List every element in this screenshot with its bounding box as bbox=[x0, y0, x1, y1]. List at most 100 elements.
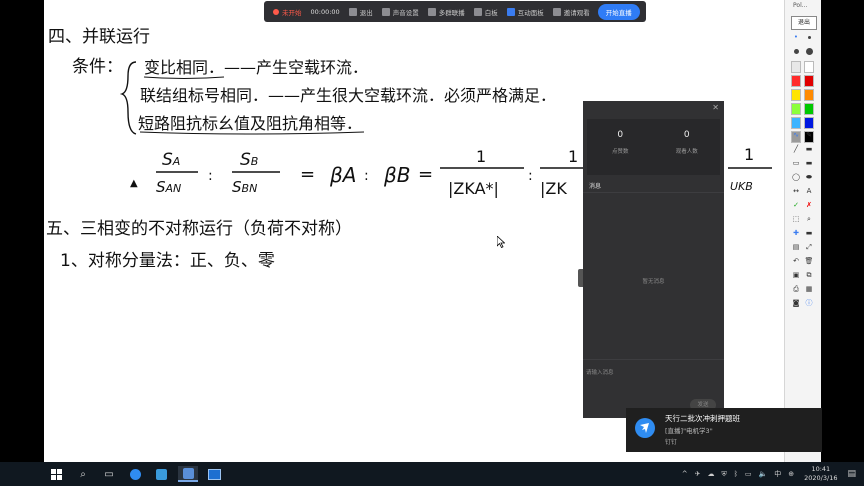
cloud-icon[interactable]: ☁ bbox=[707, 470, 714, 478]
start-live-button[interactable]: 开始直播 bbox=[597, 3, 640, 20]
add-icon[interactable]: ✚ bbox=[791, 228, 801, 238]
symmetric-component-method: 1、对称分量法：正、负、零 bbox=[60, 251, 275, 271]
ellipse-icon[interactable]: ◯ bbox=[791, 172, 801, 182]
close-icon[interactable]: ✕ bbox=[712, 103, 719, 112]
heading-parallel-operation: 四、并联运行 bbox=[48, 27, 150, 47]
frac2-den: SBN bbox=[232, 178, 257, 196]
dot-large[interactable] bbox=[804, 46, 814, 56]
color-swatch-0[interactable] bbox=[791, 61, 801, 73]
beta-b: βB bbox=[383, 163, 410, 187]
frac4-num: 1 bbox=[568, 147, 578, 166]
swatch-fill bbox=[791, 103, 801, 115]
camera-icon[interactable]: ◙ bbox=[791, 298, 801, 308]
whiteboard-button[interactable]: 白板 bbox=[473, 7, 498, 17]
minus-icon[interactable]: ▬ bbox=[804, 228, 814, 238]
swatch-fill bbox=[791, 89, 801, 101]
viewers-label: 观看人数 bbox=[675, 149, 698, 155]
clock[interactable]: 10:41 2020/3/16 bbox=[804, 465, 837, 483]
swatch-fill bbox=[804, 75, 814, 87]
divider bbox=[583, 192, 724, 193]
viewers-stat: 0 观看人数 bbox=[654, 119, 721, 175]
windows-start-icon[interactable] bbox=[48, 466, 64, 482]
pen-size-grid: • bbox=[791, 32, 817, 56]
arrow-icon[interactable]: ↔ bbox=[791, 186, 801, 196]
info-icon[interactable]: ⓘ bbox=[804, 298, 814, 308]
color-swatch-2[interactable] bbox=[791, 75, 801, 87]
color-swatch-5[interactable] bbox=[804, 89, 814, 101]
eraser-icon[interactable]: ▬ bbox=[804, 144, 814, 154]
bar-icon[interactable]: ▬ bbox=[804, 158, 814, 168]
whiteboard-icon bbox=[473, 7, 482, 16]
window-app-icon[interactable] bbox=[206, 466, 222, 482]
speaker-icon bbox=[381, 7, 390, 16]
print-icon[interactable]: ⎙ bbox=[791, 284, 801, 294]
tool-palette: Pol... 退出 • ∿ ✎ ╱ ▬ ▭ ▬ ◯ ⬬ ↔ A ✓ ✗ ⬚ ⌕ … bbox=[784, 0, 821, 462]
condition-group: 联结组标号相同．——产生很大空载环流．必须严格满足． bbox=[140, 86, 556, 105]
text-tool-icon[interactable]: A bbox=[804, 186, 814, 196]
condition-ratio: 变比相同．——产生空载环流． bbox=[144, 58, 368, 77]
frac5-den: UKB bbox=[730, 180, 753, 193]
notification-toast[interactable]: 天行二批次冲刺押题班 [直播]"电机学3" 钉钉 bbox=[626, 408, 822, 452]
expand-icon[interactable]: ⤢ bbox=[804, 242, 814, 252]
color-swatch-4[interactable] bbox=[791, 89, 801, 101]
tray-app-icon[interactable]: ✈ bbox=[695, 470, 701, 478]
app-tray-icon[interactable]: ⊕ bbox=[788, 470, 794, 478]
record-status[interactable]: 未开始 bbox=[273, 7, 302, 17]
audio-settings-button[interactable]: 声音设置 bbox=[381, 7, 419, 17]
color-swatch-6[interactable] bbox=[791, 103, 801, 115]
ime-indicator[interactable]: 中 bbox=[774, 469, 781, 479]
marker-icon[interactable]: ✎ bbox=[804, 130, 814, 140]
record-label: 未开始 bbox=[282, 8, 302, 17]
color-swatch-3[interactable] bbox=[804, 75, 814, 87]
stats-bar: 0 点赞数 0 观看人数 bbox=[587, 119, 720, 175]
color-swatch-8[interactable] bbox=[791, 117, 801, 129]
swatch-fill bbox=[791, 75, 801, 87]
frac1-den: SAN bbox=[156, 178, 181, 196]
undo-icon[interactable]: ↶ bbox=[791, 256, 801, 266]
shield-icon[interactable]: ⛨ bbox=[721, 470, 726, 479]
color-swatch-7[interactable] bbox=[804, 103, 814, 115]
color-swatch-9[interactable] bbox=[804, 117, 814, 129]
line-tool-icon[interactable]: ╱ bbox=[791, 144, 801, 154]
multi-group-button[interactable]: 多群联播 bbox=[427, 7, 465, 17]
message-input[interactable] bbox=[586, 367, 696, 379]
cross-icon[interactable]: ✗ bbox=[804, 200, 814, 210]
image-icon[interactable]: ▣ bbox=[791, 270, 801, 280]
exit-button[interactable]: 退出 bbox=[348, 7, 373, 17]
app-icon[interactable] bbox=[153, 466, 169, 482]
palette-exit-button[interactable]: 退出 bbox=[791, 16, 817, 30]
interaction-panel: ✕ 0 点赞数 0 观看人数 消息 暂无消息 发送 bbox=[578, 101, 724, 418]
pen-tool[interactable]: • bbox=[791, 32, 801, 42]
dot-small[interactable] bbox=[804, 32, 814, 42]
screenshot-icon[interactable]: ⧉ bbox=[804, 270, 814, 280]
notification-center-icon[interactable]: ▤ bbox=[847, 469, 856, 479]
delete-icon[interactable]: 🗑 bbox=[804, 256, 814, 266]
fill-ellipse-icon[interactable]: ⬬ bbox=[804, 172, 814, 182]
save-icon[interactable]: ▦ bbox=[804, 284, 814, 294]
layout-icon[interactable]: ▤ bbox=[791, 242, 801, 252]
frac3-num: 1 bbox=[476, 147, 486, 166]
interaction-panel-button[interactable]: 互动面板 bbox=[506, 7, 544, 17]
select-icon[interactable]: ⬚ bbox=[791, 214, 801, 224]
empty-messages-text: 暂无消息 bbox=[642, 279, 665, 285]
network-icon[interactable]: ▭ bbox=[745, 470, 752, 478]
rectangle-icon[interactable]: ▭ bbox=[791, 158, 801, 168]
volume-icon[interactable]: 🔈 bbox=[759, 470, 768, 478]
likes-count: 0 bbox=[617, 130, 624, 140]
frac4-den: |ZK bbox=[540, 179, 567, 198]
bluetooth-icon[interactable]: ᛒ bbox=[734, 470, 738, 478]
toast-app-name: 钉钉 bbox=[665, 439, 678, 446]
dingtalk-app-icon[interactable] bbox=[127, 466, 143, 482]
dot-medium[interactable] bbox=[791, 46, 801, 56]
timer: 00:00:00 bbox=[310, 7, 340, 16]
check-icon[interactable]: ✓ bbox=[791, 200, 801, 210]
zoom-icon[interactable]: ⌕ bbox=[804, 214, 814, 224]
color-swatch-1[interactable] bbox=[804, 61, 814, 73]
task-view-icon[interactable]: ▭ bbox=[101, 466, 117, 482]
search-icon[interactable]: ⌕ bbox=[75, 466, 91, 482]
invite-button[interactable]: 邀请观看 bbox=[552, 7, 590, 17]
colon-3: : bbox=[528, 168, 533, 184]
chevron-up-icon[interactable]: ^ bbox=[682, 470, 688, 478]
curve-tool-icon[interactable]: ∿ bbox=[791, 130, 801, 140]
whiteboard-app-icon[interactable] bbox=[178, 466, 198, 482]
